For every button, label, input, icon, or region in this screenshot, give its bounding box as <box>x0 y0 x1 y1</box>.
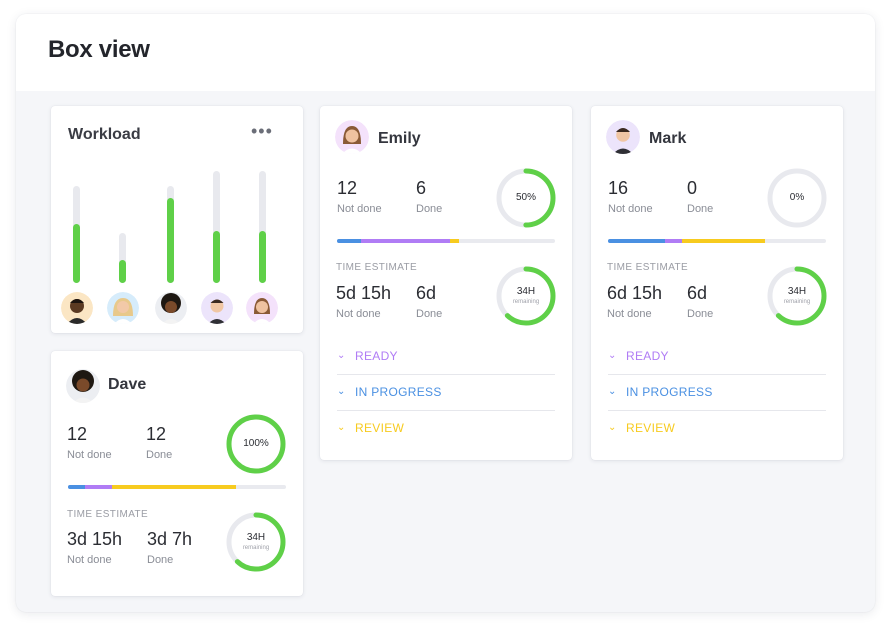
chevron-down-icon: ⌄ <box>608 422 617 433</box>
progress-segment <box>85 485 112 489</box>
done-label: Done <box>687 203 714 215</box>
status-label: IN PROGRESS <box>626 385 713 399</box>
member-card-dave[interactable]: Dave 12 Not done 12 Done 100% TIME ESTIM… <box>51 351 303 596</box>
done-label: Done <box>416 203 443 215</box>
status-label: REVIEW <box>626 421 676 435</box>
not-done-label: Not done <box>337 203 382 215</box>
avatar-mark <box>606 120 640 154</box>
time-not-done-label: Not done <box>336 308 381 320</box>
time-done-label: Done <box>416 308 443 320</box>
chevron-down-icon: ⌄ <box>337 422 346 433</box>
member-name: Emily <box>378 130 421 147</box>
avatar-member-5[interactable] <box>246 292 278 324</box>
member-card-emily[interactable]: Emily 12 Not done 6 Done 50% TIME ESTIMA… <box>320 106 572 460</box>
time-done-label: Done <box>687 308 714 320</box>
workload-title: Workload <box>68 126 141 143</box>
progress-segment <box>450 239 460 243</box>
status-progress-bar <box>337 239 555 243</box>
time-estimate-label: TIME ESTIMATE <box>336 262 418 273</box>
time-done: 6d <box>416 283 437 303</box>
remaining-hours: 34H <box>246 532 266 543</box>
member-card-mark[interactable]: Mark 16 Not done 0 Done 0% TIME ESTIMATE… <box>591 106 843 460</box>
done-label: Done <box>146 449 173 461</box>
done-count: 0 <box>687 178 698 198</box>
remaining-hours: 34H <box>787 286 807 297</box>
workload-bar-track <box>259 171 266 283</box>
completion-percent: 50% <box>515 192 536 203</box>
status-label: IN PROGRESS <box>355 385 442 399</box>
completion-percent: 0% <box>789 192 805 203</box>
progress-segment <box>337 239 361 243</box>
time-estimate-label: TIME ESTIMATE <box>607 262 689 273</box>
status-group-review[interactable]: ⌄ REVIEW <box>337 410 555 446</box>
workload-bar-fill <box>259 231 266 283</box>
member-name: Dave <box>108 376 147 393</box>
remaining-hours: 34H <box>516 286 536 297</box>
progress-segment <box>608 239 665 243</box>
box-view-window: Box view Workload ••• Dave 12 Not done 1… <box>16 14 875 612</box>
workload-card: Workload ••• <box>51 106 303 333</box>
status-group-in-progress[interactable]: ⌄ IN PROGRESS <box>608 374 826 410</box>
workload-bar-fill <box>119 260 126 283</box>
time-not-done-label: Not done <box>67 554 112 566</box>
status-group-ready[interactable]: ⌄ READY <box>337 338 555 374</box>
page-header: Box view <box>16 14 875 91</box>
status-progress-bar <box>68 485 286 489</box>
time-done-label: Done <box>147 554 174 566</box>
page-title: Box view <box>48 36 150 63</box>
time-not-done-label: Not done <box>607 308 652 320</box>
workload-bar-track <box>213 171 220 283</box>
remaining-label: remaining <box>783 299 811 305</box>
not-done-count: 12 <box>337 178 358 198</box>
workload-bar-track <box>167 186 174 283</box>
chevron-down-icon: ⌄ <box>608 350 617 361</box>
time-not-done: 3d 15h <box>67 529 123 549</box>
time-not-done: 6d 15h <box>607 283 663 303</box>
time-done: 6d <box>687 283 708 303</box>
chevron-down-icon: ⌄ <box>337 350 346 361</box>
not-done-label: Not done <box>67 449 112 461</box>
done-count: 12 <box>146 424 167 444</box>
progress-segment <box>68 485 86 489</box>
workload-bar-fill <box>213 231 220 283</box>
progress-segment <box>664 239 683 243</box>
time-estimate-label: TIME ESTIMATE <box>67 509 149 520</box>
chevron-down-icon: ⌄ <box>608 386 617 397</box>
member-name: Mark <box>649 130 687 147</box>
not-done-count: 12 <box>67 424 88 444</box>
avatar-member-1[interactable] <box>61 292 93 324</box>
time-done: 3d 7h <box>147 529 193 549</box>
status-group-in-progress[interactable]: ⌄ IN PROGRESS <box>337 374 555 410</box>
more-horizontal-icon[interactable]: ••• <box>251 122 273 140</box>
remaining-label: remaining <box>242 545 270 551</box>
status-group-review[interactable]: ⌄ REVIEW <box>608 410 826 446</box>
done-count: 6 <box>416 178 427 198</box>
avatar-emily <box>335 120 369 154</box>
status-label: READY <box>355 349 398 363</box>
workload-bar-track <box>73 186 80 283</box>
avatar-dave <box>66 369 100 403</box>
workload-bar-fill <box>167 198 174 283</box>
not-done-count: 16 <box>608 178 629 198</box>
workload-bar-fill <box>73 224 80 283</box>
status-label: READY <box>626 349 669 363</box>
progress-segment <box>360 239 451 243</box>
not-done-label: Not done <box>608 203 653 215</box>
remaining-label: remaining <box>512 299 540 305</box>
avatar-member-2[interactable] <box>107 292 139 324</box>
status-label: REVIEW <box>355 421 405 435</box>
status-progress-bar <box>608 239 826 243</box>
progress-segment <box>682 239 765 243</box>
chevron-down-icon: ⌄ <box>337 386 346 397</box>
time-not-done: 5d 15h <box>336 283 392 303</box>
avatar-member-3[interactable] <box>155 292 187 324</box>
workload-bar-track <box>119 233 126 283</box>
avatar-member-4[interactable] <box>201 292 233 324</box>
completion-percent: 100% <box>243 438 269 449</box>
progress-segment <box>111 485 236 489</box>
status-group-ready[interactable]: ⌄ READY <box>608 338 826 374</box>
